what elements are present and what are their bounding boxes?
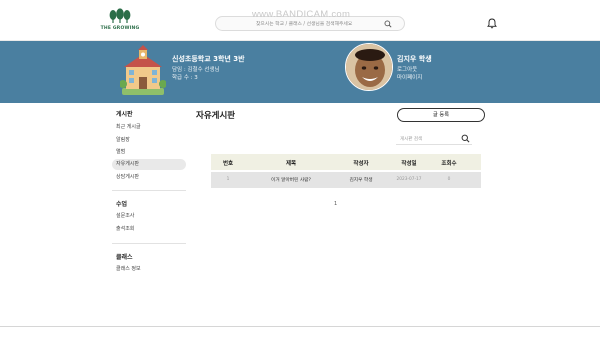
- sidebar-section-class: 수업: [116, 201, 128, 208]
- student-name: 김지우 학생: [397, 55, 432, 63]
- school-building-illustration: [120, 45, 166, 95]
- sidebar-item-class-info[interactable]: 클래스 정보: [112, 264, 186, 275]
- pagination-page-1[interactable]: 1: [334, 201, 337, 207]
- page-bottom-divider: [0, 326, 600, 327]
- school-class-name: 신성초등학교 3학년 3반: [172, 55, 245, 63]
- column-header-views: 조회수: [441, 161, 457, 167]
- class-banner: 신성초등학교 3학년 3반 담임 : 김철수 선생님 학급 수 : 3 김지우 …: [0, 41, 600, 103]
- board-panel: 자유게시판 글 등록 게시판 검색 번호 제목 작성자 작성일 조회수 1 이거…: [196, 106, 490, 216]
- brand-logo[interactable]: THE GROWING: [100, 8, 140, 34]
- search-icon[interactable]: [384, 20, 392, 28]
- student-face-photo: [346, 44, 392, 90]
- table-row[interactable]: 1 이거 알아버린 사람? 김지우 학생 2023-07-17 0: [211, 172, 481, 188]
- homeroom-teacher: 담임 : 김철수 선생님: [172, 67, 220, 73]
- sidebar-item-counsel-board[interactable]: 상담게시판: [112, 172, 186, 183]
- sidebar-item-attendance[interactable]: 출석조회: [112, 224, 186, 235]
- sidebar-section-classroom: 클래스: [116, 254, 133, 261]
- board-search-input[interactable]: 게시판 검색: [396, 133, 472, 145]
- column-header-number: 번호: [222, 161, 234, 167]
- sidebar-divider: [112, 190, 186, 191]
- student-avatar[interactable]: [345, 43, 393, 91]
- post-date: 2023-07-17: [396, 177, 422, 182]
- sidebar-divider: [112, 243, 186, 244]
- sidebar-section-board: 게시판: [116, 111, 133, 118]
- write-post-button[interactable]: 글 등록: [397, 108, 485, 122]
- sidebar-item-survey[interactable]: 설문조사: [112, 211, 186, 222]
- column-header-date: 작성일: [401, 161, 417, 167]
- post-title[interactable]: 이거 알아버린 사람?: [271, 177, 311, 183]
- column-header-author: 작성자: [353, 161, 369, 167]
- top-navigation-bar: THE GROWING 찾으시는 학교 / 클래스 / 선생님을 검색해주세요 …: [0, 0, 600, 41]
- sidebar-item-free-board[interactable]: 자유게시판: [112, 159, 186, 170]
- sidebar-item-recent-posts[interactable]: 최근 게시글: [112, 122, 186, 133]
- logout-link[interactable]: 로그아웃: [397, 65, 417, 73]
- sidebar-item-notice[interactable]: 알림장: [112, 135, 186, 146]
- mypage-link[interactable]: 마이페이지: [397, 73, 422, 81]
- trees-icon: [109, 8, 131, 23]
- page-title: 자유게시판: [196, 111, 236, 121]
- app-screen: THE GROWING 찾으시는 학교 / 클래스 / 선생님을 검색해주세요 …: [0, 0, 600, 338]
- post-author: 김지우 학생: [349, 178, 373, 183]
- table-header: 번호 제목 작성자 작성일 조회수: [211, 154, 481, 170]
- class-count: 학급 수 : 3: [172, 75, 198, 81]
- recorder-watermark: www.BANDICAM.com: [252, 9, 351, 20]
- sidebar-item-album[interactable]: 앨범: [112, 147, 186, 158]
- post-views: 0: [447, 177, 451, 182]
- search-icon[interactable]: [461, 134, 470, 143]
- board-search-placeholder: 게시판 검색: [400, 137, 423, 142]
- global-search-placeholder: 찾으시는 학교 / 클래스 / 선생님을 검색해주세요: [256, 22, 353, 27]
- brand-logo-text: THE GROWING: [100, 26, 140, 31]
- column-header-title: 제목: [285, 161, 297, 167]
- notification-bell-icon[interactable]: [487, 18, 497, 29]
- post-number: 1: [226, 177, 230, 182]
